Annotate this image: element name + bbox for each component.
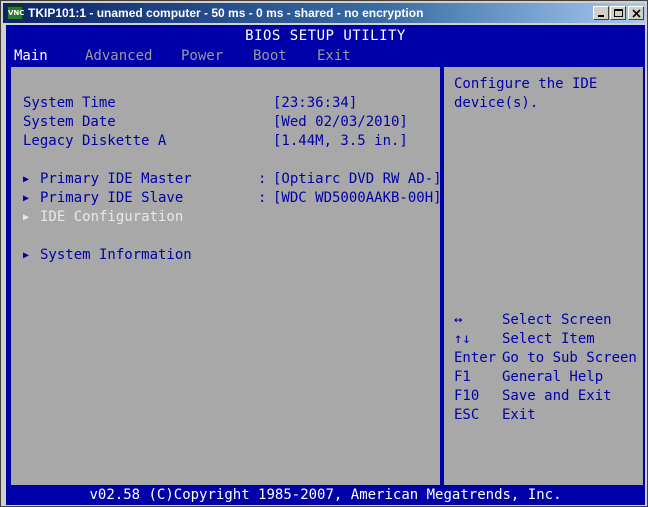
key-name: F10 bbox=[454, 388, 480, 404]
setting-label: System Date bbox=[23, 114, 116, 130]
key-description: General Help bbox=[502, 369, 604, 385]
tab-main[interactable]: Main bbox=[14, 47, 60, 65]
submenu-value: [WDC WD5000AAKB-00H] bbox=[273, 190, 442, 206]
key-description: Go to Sub Screen bbox=[502, 350, 637, 366]
submenu-label: System Information bbox=[40, 247, 192, 263]
maximize-button[interactable] bbox=[610, 6, 626, 20]
tab-boot[interactable]: Boot bbox=[253, 47, 287, 65]
submenu-arrow-icon: ▶ bbox=[23, 174, 30, 185]
up-down-arrow-icon: ↑↓ bbox=[454, 331, 471, 347]
setting-label: Legacy Diskette A bbox=[23, 133, 167, 149]
help-description: Configure the IDE device(s). bbox=[454, 76, 598, 111]
key-name: F1 bbox=[454, 369, 471, 385]
bios-copyright-footer: v02.58 (C)Copyright 1985-2007, American … bbox=[6, 485, 645, 505]
setting-value[interactable]: [1.44M, 3.5 in.] bbox=[273, 132, 408, 151]
bios-utility-title: BIOS SETUP UTILITY bbox=[245, 28, 406, 44]
key-description: Select Item bbox=[502, 331, 595, 347]
minimize-icon bbox=[598, 15, 604, 17]
vnc-app-icon[interactable]: VNC bbox=[7, 6, 24, 20]
setting-value[interactable]: [Wed 02/03/2010] bbox=[273, 113, 408, 132]
settings-panel: System Time [23:36:34] System Date [Wed … bbox=[9, 65, 442, 505]
submenu-label: Primary IDE Master bbox=[40, 171, 192, 187]
close-icon bbox=[632, 9, 641, 18]
submenu-label: IDE Configuration bbox=[40, 209, 184, 225]
minimize-button[interactable] bbox=[593, 6, 609, 20]
submenu-arrow-icon: ▶ bbox=[23, 193, 30, 204]
left-right-arrow-icon: ↔ bbox=[454, 312, 463, 328]
tab-power[interactable]: Power bbox=[181, 47, 223, 65]
submenu-label: Primary IDE Slave bbox=[40, 190, 184, 206]
help-panel: Configure the IDE device(s). ↔ Select Sc… bbox=[442, 65, 645, 505]
bios-screen[interactable]: BIOS SETUP UTILITY Main Advanced Power B… bbox=[6, 25, 645, 505]
setting-label: System Time bbox=[23, 95, 116, 111]
window-title: TKIP101:1 - unamed computer - 50 ms - 0 … bbox=[28, 6, 424, 20]
tab-exit[interactable]: Exit bbox=[317, 47, 351, 65]
submenu-separator: : bbox=[258, 171, 267, 187]
submenu-arrow-icon: ▶ bbox=[23, 250, 30, 261]
key-name: ESC bbox=[454, 407, 480, 423]
setting-value[interactable]: [23:36:34] bbox=[273, 94, 357, 113]
key-description: Exit bbox=[502, 407, 536, 423]
key-description: Select Screen bbox=[502, 312, 612, 328]
submenu-separator: : bbox=[258, 190, 267, 206]
submenu-arrow-icon: ▶ bbox=[23, 212, 30, 223]
submenu-value: [Optiarc DVD RW AD-] bbox=[273, 171, 442, 187]
tab-advanced[interactable]: Advanced bbox=[85, 47, 152, 65]
key-description: Save and Exit bbox=[502, 388, 612, 404]
close-button[interactable] bbox=[628, 6, 644, 20]
vnc-window: VNC TKIP101:1 - unamed computer - 50 ms … bbox=[0, 0, 648, 507]
maximize-icon bbox=[614, 9, 623, 17]
window-titlebar[interactable]: VNC TKIP101:1 - unamed computer - 50 ms … bbox=[3, 3, 645, 23]
key-name: Enter bbox=[454, 350, 497, 366]
